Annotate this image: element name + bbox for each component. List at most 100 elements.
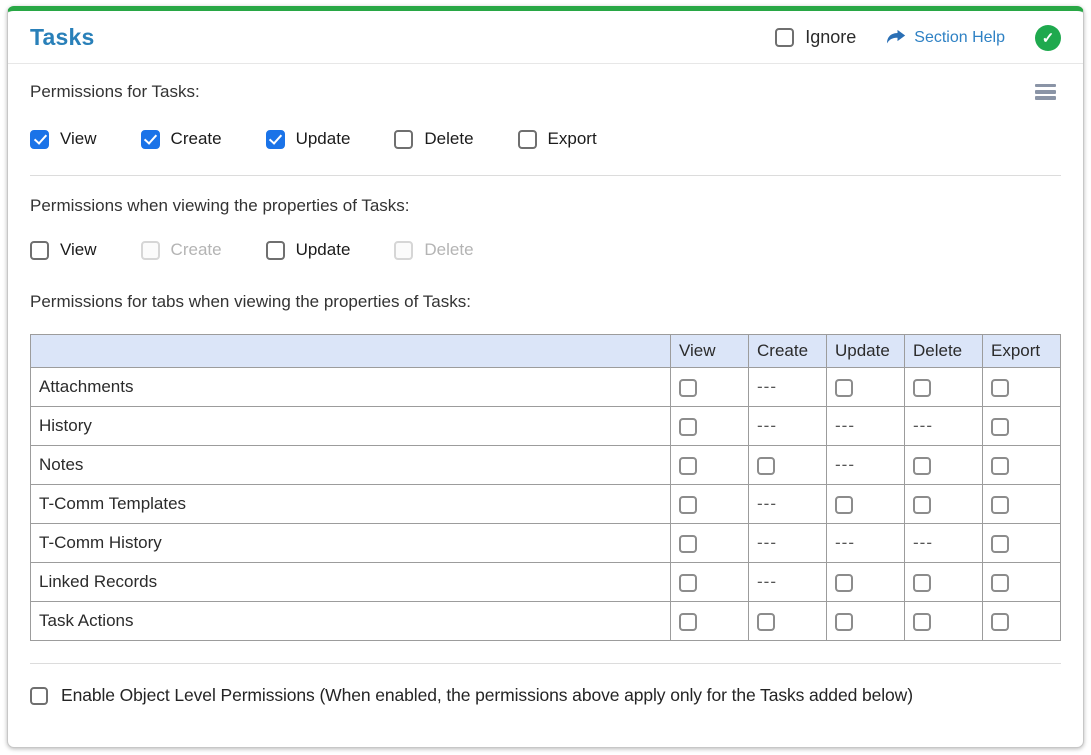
section-help-link[interactable]: Section Help <box>886 29 1005 47</box>
column-header-create: Create <box>748 334 827 368</box>
tabs-permissions-label: Permissions for tabs when viewing the pr… <box>30 292 471 311</box>
tab-permission-checkbox-export[interactable] <box>991 456 1009 475</box>
ignore-checkbox[interactable] <box>775 28 795 47</box>
tab-permission-checkbox-create[interactable] <box>757 612 775 631</box>
permission-cell-view <box>670 562 749 602</box>
permission-cell-view <box>670 445 749 485</box>
checkbox-delete[interactable] <box>394 129 414 149</box>
tab-name-cell: Attachments <box>30 367 671 407</box>
tab-permission-checkbox-export[interactable] <box>991 378 1009 397</box>
table-row: Attachments --- <box>30 367 1061 407</box>
section-help-label: Section Help <box>914 28 1005 46</box>
checkbox-update[interactable] <box>265 240 285 260</box>
tab-permission-checkbox-export[interactable] <box>991 417 1009 436</box>
column-header-view: View <box>670 334 749 368</box>
hamburger-menu-icon[interactable] <box>1032 78 1059 106</box>
permission-item-delete[interactable]: Delete <box>394 129 474 149</box>
checkbox-update[interactable] <box>265 129 285 149</box>
forward-arrow-icon <box>886 29 906 46</box>
tab-permission-checkbox-update[interactable] <box>835 612 853 631</box>
checkbox-view[interactable] <box>30 240 49 260</box>
permission-cell-view <box>670 484 749 524</box>
permission-cell-update <box>826 484 905 524</box>
object-level-permissions-toggle[interactable]: Enable Object Level Permissions (When en… <box>30 685 1061 706</box>
tab-permission-checkbox-delete[interactable] <box>913 495 931 514</box>
not-applicable-cell: --- <box>904 406 983 446</box>
checkbox-label: Create <box>170 129 222 148</box>
permission-item-view[interactable]: View <box>30 129 97 149</box>
ignore-label: Ignore <box>805 27 857 47</box>
not-applicable-cell: --- <box>748 367 827 407</box>
object-level-permissions-checkbox[interactable] <box>30 686 48 705</box>
permission-item-export[interactable]: Export <box>517 129 597 149</box>
tab-permission-checkbox-delete[interactable] <box>913 573 931 592</box>
tab-permission-checkbox-view[interactable] <box>679 495 697 514</box>
page-title: Tasks <box>30 24 95 50</box>
tab-permission-checkbox-export[interactable] <box>991 495 1009 514</box>
table-row: T-Comm Templates --- <box>30 484 1061 524</box>
table-row: History --- --- --- <box>30 406 1061 446</box>
permission-cell-update <box>826 601 905 641</box>
permission-cell-view <box>670 367 749 407</box>
tab-permission-checkbox-create[interactable] <box>757 456 775 475</box>
column-header-delete: Delete <box>904 334 983 368</box>
permission-item-view[interactable]: View <box>30 240 97 260</box>
tab-permission-checkbox-export[interactable] <box>991 534 1009 553</box>
tab-permission-checkbox-update[interactable] <box>835 378 853 397</box>
tab-permission-checkbox-view[interactable] <box>679 573 697 592</box>
checkbox-create[interactable] <box>140 129 160 149</box>
permission-cell-delete <box>904 367 983 407</box>
checkbox-delete <box>394 240 414 260</box>
tab-permission-checkbox-view[interactable] <box>679 378 697 397</box>
tab-permission-checkbox-export[interactable] <box>991 573 1009 592</box>
permission-cell-export <box>982 445 1061 485</box>
tab-name-cell: T-Comm History <box>30 523 671 563</box>
permission-cell-delete <box>904 484 983 524</box>
permission-item-update[interactable]: Update <box>265 240 351 260</box>
permission-cell-delete <box>904 445 983 485</box>
permission-cell-update <box>826 367 905 407</box>
tab-permission-checkbox-view[interactable] <box>679 534 697 553</box>
divider <box>30 175 1061 176</box>
tab-name-cell: Task Actions <box>30 601 671 641</box>
tab-permission-checkbox-delete[interactable] <box>913 456 931 475</box>
tab-permission-checkbox-delete[interactable] <box>913 612 931 631</box>
not-applicable-cell: --- <box>904 523 983 563</box>
tab-permission-checkbox-delete[interactable] <box>913 378 931 397</box>
table-row: Linked Records --- <box>30 562 1061 602</box>
tab-permissions-table: View Create Update Delete Export Attachments… <box>30 334 1061 641</box>
task-permissions-row: View Create Update Delete Export <box>30 129 1061 149</box>
tab-permission-checkbox-update[interactable] <box>835 573 853 592</box>
checkbox-view[interactable] <box>30 129 49 149</box>
permission-item-create[interactable]: Create <box>140 129 222 149</box>
permission-item-create: Create <box>140 240 222 260</box>
properties-permissions-label: Permissions when viewing the properties … <box>30 196 410 215</box>
table-row: T-Comm History --- --- --- <box>30 523 1061 563</box>
tab-permission-checkbox-update[interactable] <box>835 495 853 514</box>
checkbox-label: Export <box>547 129 597 148</box>
table-row: Notes --- <box>30 445 1061 485</box>
tab-name-cell: History <box>30 406 671 446</box>
not-applicable-cell: --- <box>748 523 827 563</box>
permission-cell-export <box>982 601 1061 641</box>
tab-permission-checkbox-export[interactable] <box>991 612 1009 631</box>
permission-cell-update <box>826 562 905 602</box>
checkbox-label: Delete <box>424 129 474 148</box>
checkbox-label: Create <box>170 240 222 259</box>
table-row: Task Actions <box>30 601 1061 641</box>
not-applicable-cell: --- <box>748 484 827 524</box>
checkbox-export[interactable] <box>517 129 537 149</box>
permission-cell-view <box>670 406 749 446</box>
checkbox-label: Update <box>295 240 351 259</box>
ignore-toggle[interactable]: Ignore <box>775 27 856 48</box>
checkbox-label: View <box>60 240 97 259</box>
not-applicable-cell: --- <box>748 406 827 446</box>
tab-permission-checkbox-view[interactable] <box>679 417 697 436</box>
permission-cell-delete <box>904 562 983 602</box>
tab-permission-checkbox-view[interactable] <box>679 456 697 475</box>
properties-permissions-row: View Create Update Delete <box>30 240 1061 260</box>
tab-name-cell: Linked Records <box>30 562 671 602</box>
permission-cell-create <box>748 601 827 641</box>
permission-item-update[interactable]: Update <box>265 129 350 149</box>
tab-permission-checkbox-view[interactable] <box>679 612 697 631</box>
